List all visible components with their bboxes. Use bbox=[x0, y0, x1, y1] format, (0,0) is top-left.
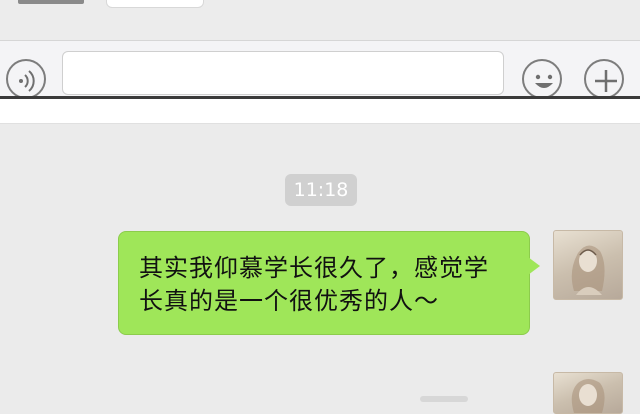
girl-sketch-avatar-icon bbox=[571, 245, 605, 295]
chat-message-area: 11:18 其实我仰慕学长很久了，感觉学长真的是一个很优秀的人～ bbox=[0, 124, 640, 414]
previous-avatar-edge bbox=[18, 0, 84, 4]
sent-message-bubble[interactable]: 其实我仰慕学长很久了，感觉学长真的是一个很优秀的人～ bbox=[118, 231, 530, 335]
message-input[interactable] bbox=[62, 51, 504, 95]
bubble-tail bbox=[528, 257, 540, 275]
voice-button[interactable] bbox=[6, 59, 46, 99]
chat-input-bar bbox=[0, 40, 640, 99]
add-button[interactable] bbox=[584, 59, 624, 99]
voice-icon bbox=[19, 70, 35, 92]
girl-sketch-avatar-icon bbox=[571, 379, 605, 413]
plus-icon bbox=[595, 70, 617, 92]
next-message-edge bbox=[420, 396, 468, 402]
avatar[interactable] bbox=[553, 230, 623, 300]
previous-screenshot-fragment bbox=[0, 0, 640, 100]
emoji-icon bbox=[535, 74, 553, 88]
emoji-button[interactable] bbox=[522, 59, 562, 99]
previous-message-bubble-edge bbox=[106, 0, 204, 8]
message-timestamp: 11:18 bbox=[285, 174, 357, 206]
avatar[interactable] bbox=[553, 372, 623, 414]
screenshot-divider-gap bbox=[0, 99, 640, 124]
